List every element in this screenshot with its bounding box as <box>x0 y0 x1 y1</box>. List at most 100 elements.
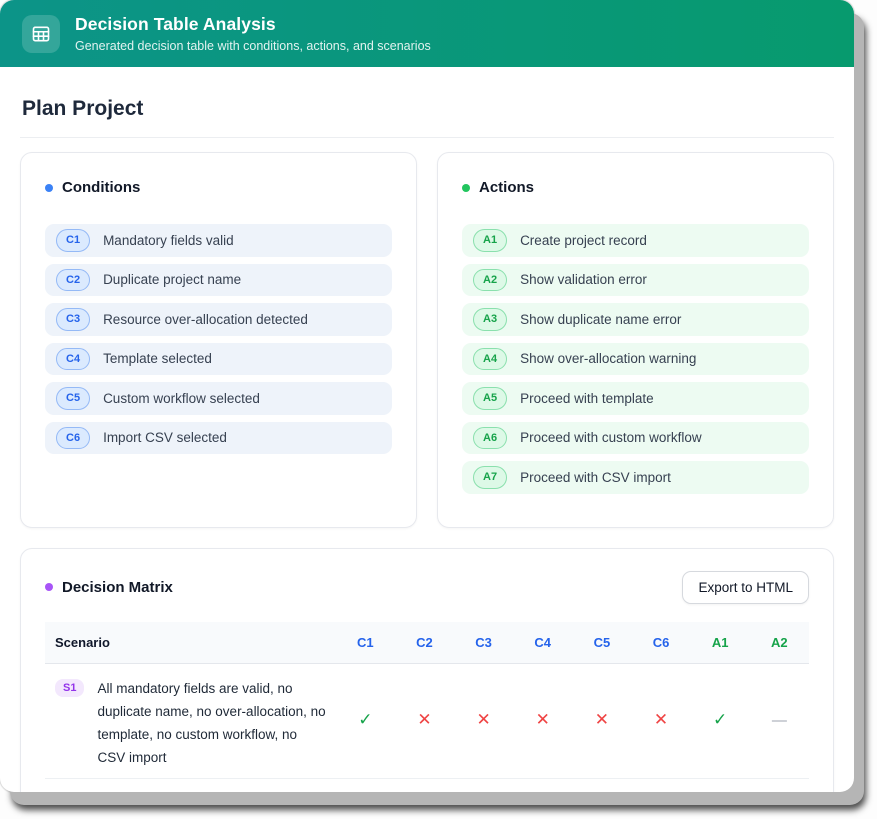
action-badge: A2 <box>473 269 507 292</box>
condition-badge: C3 <box>56 308 90 331</box>
cross-icon: ✕ <box>536 791 550 792</box>
condition-label: Template selected <box>103 351 212 366</box>
action-label: Proceed with custom workflow <box>520 430 702 445</box>
action-label: Proceed with CSV import <box>520 470 671 485</box>
app-subtitle: Generated decision table with conditions… <box>75 39 431 53</box>
cards-row: Conditions C1Mandatory fields validC2Dup… <box>20 152 834 528</box>
decision-matrix-title-group: Decision Matrix <box>45 579 173 596</box>
action-badge: A7 <box>473 466 507 489</box>
actions-list: A1 Create project record A2 Show validation… <box>462 224 809 494</box>
matrix-title: Decision Matrix <box>62 579 173 596</box>
cross-icon: ✕ <box>595 710 609 729</box>
matrix-column-header-c2: C2 <box>395 622 454 664</box>
page-title: Plan Project <box>22 97 832 121</box>
condition-badge: C5 <box>56 387 90 410</box>
title-divider <box>20 137 834 138</box>
check-icon: ✓ <box>713 710 727 729</box>
action-label: Show over-allocation warning <box>520 351 696 366</box>
cross-icon: ✕ <box>476 710 490 729</box>
matrix-value-cell: ✕ <box>572 779 631 792</box>
matrix-value-cell: ✕ <box>513 779 572 792</box>
cross-icon: ✕ <box>536 710 550 729</box>
condition-badge: C6 <box>56 427 90 450</box>
action-item: A7 Proceed with CSV import <box>462 461 809 494</box>
check-icon: ✓ <box>358 710 372 729</box>
condition-item: C4 Template selected <box>45 343 392 376</box>
matrix-value-cell: ✓ <box>750 779 809 792</box>
action-badge: A3 <box>473 308 507 331</box>
actions-card: Actions A1 Create project record A2 Show va… <box>437 152 834 528</box>
matrix-column-header-c6: C6 <box>631 622 690 664</box>
scenario-content: S1 All mandatory fields are valid, no dup… <box>45 673 328 770</box>
conditions-title: Conditions <box>62 179 140 196</box>
conditions-card: Conditions C1Mandatory fields validC2Dup… <box>20 152 417 528</box>
matrix-value-cell: ✓ <box>691 663 750 779</box>
action-badge: A1 <box>473 229 507 252</box>
action-label: Show validation error <box>520 272 647 287</box>
action-label: Create project record <box>520 233 647 248</box>
action-item: A6 Proceed with custom workflow <box>462 422 809 455</box>
table-grid-icon <box>22 15 60 53</box>
matrix-value-cell: ✕ <box>631 663 690 779</box>
action-item: A1 Create project record <box>462 224 809 257</box>
app-title: Decision Table Analysis <box>75 14 431 35</box>
cross-icon: ✕ <box>417 710 431 729</box>
action-badge: A4 <box>473 348 507 371</box>
matrix-column-header-a1: A1 <box>691 622 750 664</box>
matrix-value-cell: — <box>691 779 750 792</box>
matrix-row-s1: S1 All mandatory fields are valid, no dup… <box>45 663 809 779</box>
condition-item: C2Duplicate project name <box>45 264 392 297</box>
action-label: Show duplicate name error <box>520 312 681 327</box>
scenario-badge: S1 <box>55 679 84 697</box>
main-content: Plan Project Conditions C1Mandatory fiel… <box>0 67 854 792</box>
matrix-header-row: Scenario C1C2C3C4C5C6A1A2 <box>45 622 809 664</box>
actions-dot-icon <box>462 184 470 192</box>
matrix-value-cell: ✕ <box>454 779 513 792</box>
matrix-value-cell: ✕ <box>631 779 690 792</box>
condition-label: Resource over-allocation detected <box>103 312 308 327</box>
actions-title: Actions <box>479 179 534 196</box>
condition-badge: C4 <box>56 348 90 371</box>
cross-icon: ✕ <box>654 710 668 729</box>
matrix-column-header-c3: C3 <box>454 622 513 664</box>
condition-badge: C1 <box>56 229 90 252</box>
condition-item: C5 Custom workflow selected <box>45 382 392 415</box>
matrix-column-header-c1: C1 <box>336 622 395 664</box>
cross-icon: ✕ <box>417 791 431 792</box>
decision-matrix-card: Decision Matrix Export to HTML Scenario … <box>20 548 834 793</box>
cross-icon: ✕ <box>595 791 609 792</box>
condition-label: Custom workflow selected <box>103 391 260 406</box>
matrix-value-cell: ✓ <box>336 663 395 779</box>
matrix-table-head: Scenario C1C2C3C4C5C6A1A2 <box>45 622 809 664</box>
matrix-table-body: S1 All mandatory fields are valid, no dup… <box>45 663 809 792</box>
app-header: Decision Table Analysis Generated decisi… <box>0 0 854 67</box>
actions-card-header: Actions <box>462 179 809 196</box>
decision-matrix-header: Decision Matrix Export to HTML <box>45 571 809 604</box>
decision-matrix-table: Scenario C1C2C3C4C5C6A1A2 S1 All mandator… <box>45 622 809 793</box>
cross-icon: ✕ <box>476 791 490 792</box>
matrix-dot-icon <box>45 583 53 591</box>
action-item: A3 Show duplicate name error <box>462 303 809 336</box>
header-text: Decision Table Analysis Generated decisi… <box>75 14 431 53</box>
conditions-list: C1Mandatory fields validC2Duplicate proj… <box>45 224 392 454</box>
matrix-value-cell: ✕ <box>336 779 395 792</box>
matrix-column-header-c5: C5 <box>572 622 631 664</box>
matrix-value-cell: ✕ <box>395 663 454 779</box>
action-item: A4 Show over-allocation warning <box>462 343 809 376</box>
matrix-value-cell: — <box>750 663 809 779</box>
matrix-value-cell: ✕ <box>513 663 572 779</box>
conditions-card-header: Conditions <box>45 179 392 196</box>
condition-item: C6 Import CSV selected <box>45 422 392 455</box>
cross-icon: ✕ <box>654 791 668 792</box>
matrix-row-s2: S2Mandatory fields invalid ✕ ✕ ✕ ✕ ✕ ✕ —✓ <box>45 779 809 792</box>
matrix-column-header-c4: C4 <box>513 622 572 664</box>
export-to-html-button[interactable]: Export to HTML <box>682 571 809 604</box>
conditions-dot-icon <box>45 184 53 192</box>
scenario-description: All mandatory fields are valid, no dupli… <box>97 677 327 770</box>
scenario-content: S2Mandatory fields invalid <box>45 788 328 792</box>
condition-label: Import CSV selected <box>103 430 227 445</box>
action-badge: A6 <box>473 427 507 450</box>
condition-label: Duplicate project name <box>103 272 241 287</box>
condition-item: C3 Resource over-allocation detected <box>45 303 392 336</box>
scenario-cell: S1 All mandatory fields are valid, no dup… <box>45 663 336 779</box>
